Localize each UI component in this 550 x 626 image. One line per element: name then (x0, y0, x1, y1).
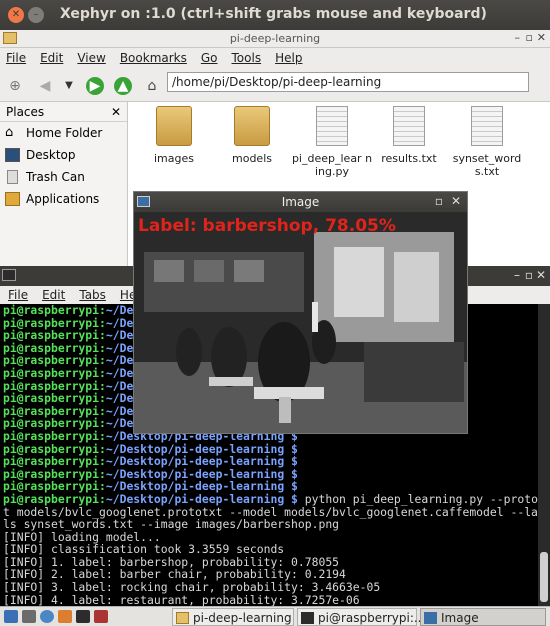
minimize-icon[interactable]: – (515, 31, 521, 44)
terminal-output-line: [INFO] classification took 3.3559 second… (3, 542, 285, 557)
maximize-icon[interactable]: ▫ (526, 31, 533, 44)
file-manager-titlebar: pi-deep-learning – ▫ ✕ (0, 30, 550, 48)
task-label: Image (441, 611, 479, 625)
scrollbar-thumb[interactable] (540, 552, 548, 602)
close-icon[interactable]: ✕ (536, 268, 546, 282)
image-window-titlebar: Image ▫ ✕ (134, 192, 467, 212)
document-icon (393, 106, 425, 146)
file-item-pi-deep-learning-py[interactable]: pi_deep_lear ning.py (291, 106, 373, 178)
folder-icon (234, 106, 270, 146)
menu-go[interactable]: Go (201, 51, 218, 65)
file-item-images[interactable]: images (134, 106, 214, 165)
places-sidebar: Places ✕ ⌂ Home Folder Desktop Trash Can… (0, 102, 128, 270)
close-icon[interactable]: ✕ (8, 7, 24, 23)
file-manager-menubar: File Edit View Bookmarks Go Tools Help (0, 48, 550, 68)
maximize-icon[interactable]: ▫ (435, 194, 443, 208)
location-input[interactable]: /home/pi/Desktop/pi-deep-learning (167, 72, 529, 92)
desktop-icon (5, 148, 20, 162)
terminal-prompt-line: pi@raspberrypi:~/Desktop/pi-deep-learnin… (3, 493, 538, 506)
folder-icon (176, 612, 189, 624)
maximize-icon[interactable]: ▫ (525, 268, 533, 282)
sidebar-item-applications[interactable]: Applications (0, 188, 127, 210)
task-label: pi-deep-learning (193, 611, 292, 625)
browser-icon[interactable] (40, 610, 54, 623)
barbershop-photo: Label: barbershop, 78.05% (134, 212, 467, 433)
places-label: Places (6, 105, 45, 119)
sidebar-item-label: Desktop (26, 148, 76, 162)
terminal-scrollbar[interactable] (538, 304, 550, 606)
file-name: images (154, 152, 194, 165)
menu-file[interactable]: File (6, 51, 26, 65)
terminal-icon (2, 269, 16, 281)
xephyr-titlebar: ✕ – Xephyr on :1.0 (ctrl+shift grabs mou… (0, 0, 550, 30)
sidebar-item-label: Home Folder (26, 126, 103, 140)
menu-edit[interactable]: Edit (42, 288, 65, 302)
minimize-icon[interactable]: – (514, 268, 520, 282)
menu-icon[interactable] (4, 610, 18, 623)
close-sidebar-icon[interactable]: ✕ (111, 102, 121, 122)
file-name: synset_word s.txt (452, 152, 522, 178)
task-image[interactable]: Image (420, 608, 546, 626)
file-name: results.txt (381, 152, 437, 165)
history-dropdown-icon[interactable]: ▼ (60, 77, 78, 95)
file-item-synset-words-txt[interactable]: synset_word s.txt (447, 106, 527, 178)
terminal-output-line: ls synset_words.txt --image images/barbe… (3, 517, 340, 532)
sidebar-item-desktop[interactable]: Desktop (0, 144, 127, 166)
home-icon: ⌂ (5, 125, 14, 140)
terminal-output-line: [INFO] 4. label: restaurant, probability… (3, 592, 360, 606)
file-item-models[interactable]: models (212, 106, 292, 165)
task-label: pi@raspberrypi:... (318, 611, 426, 625)
menu-tools[interactable]: Tools (232, 51, 262, 65)
close-icon[interactable]: ✕ (537, 31, 546, 44)
folder-icon (156, 106, 192, 146)
sidebar-item-label: Trash Can (26, 170, 85, 184)
menu-tabs[interactable]: Tabs (79, 288, 106, 302)
sidebar-item-trash[interactable]: Trash Can (0, 166, 127, 188)
terminal-launcher-icon[interactable] (76, 610, 90, 623)
places-header: Places ✕ (0, 102, 127, 122)
prompt-user: pi@raspberrypi: (3, 491, 106, 506)
folder-launcher-icon[interactable] (58, 610, 72, 623)
photo-scene (134, 212, 467, 433)
sidebar-item-home[interactable]: ⌂ Home Folder (0, 122, 127, 144)
up-icon[interactable]: ▲ (114, 77, 132, 95)
image-window: Image ▫ ✕ Label: barbershop, 78.05% (133, 191, 468, 434)
taskbar: pi-deep-learning pi@raspberrypi:... Imag… (0, 606, 550, 626)
home-icon[interactable]: ⌂ (143, 77, 161, 95)
prompt-path: ~/Desktop/pi-deep-learning $ (105, 491, 298, 506)
menu-view[interactable]: View (77, 51, 105, 65)
menu-edit[interactable]: Edit (40, 51, 63, 65)
file-manager-title: pi-deep-learning (229, 32, 321, 45)
task-terminal[interactable]: pi@raspberrypi:... (297, 608, 425, 626)
task-file-manager[interactable]: pi-deep-learning (172, 608, 294, 626)
app-launcher-icon[interactable] (94, 610, 108, 623)
terminal-icon (301, 612, 314, 624)
close-icon[interactable]: ✕ (451, 194, 461, 208)
window-title: Xephyr on :1.0 (ctrl+shift grabs mouse a… (60, 6, 487, 22)
forward-icon[interactable]: ▶ (86, 77, 104, 95)
image-window-title: Image (281, 195, 320, 209)
terminal-output-line: [INFO] 3. label: rocking chair, probabil… (3, 580, 381, 595)
menu-help[interactable]: Help (275, 51, 302, 65)
applications-icon (5, 192, 20, 206)
classification-label: Label: barbershop, 78.05% (138, 216, 396, 236)
document-icon (316, 106, 348, 146)
new-tab-icon[interactable]: ⊕ (6, 77, 24, 95)
minimize-icon[interactable]: – (28, 7, 44, 23)
menu-bookmarks[interactable]: Bookmarks (120, 51, 187, 65)
document-icon (471, 106, 503, 146)
file-name: models (232, 152, 272, 165)
file-item-results-txt[interactable]: results.txt (369, 106, 449, 165)
back-icon[interactable]: ◀ (36, 77, 54, 95)
image-icon (424, 612, 437, 624)
file-name: pi_deep_lear ning.py (291, 152, 373, 178)
command-text: python pi_deep_learning.py --prototx (297, 491, 538, 506)
sidebar-item-label: Applications (26, 192, 100, 206)
trash-icon (7, 170, 18, 184)
files-launcher-icon[interactable] (22, 610, 36, 623)
menu-file[interactable]: File (8, 288, 28, 302)
